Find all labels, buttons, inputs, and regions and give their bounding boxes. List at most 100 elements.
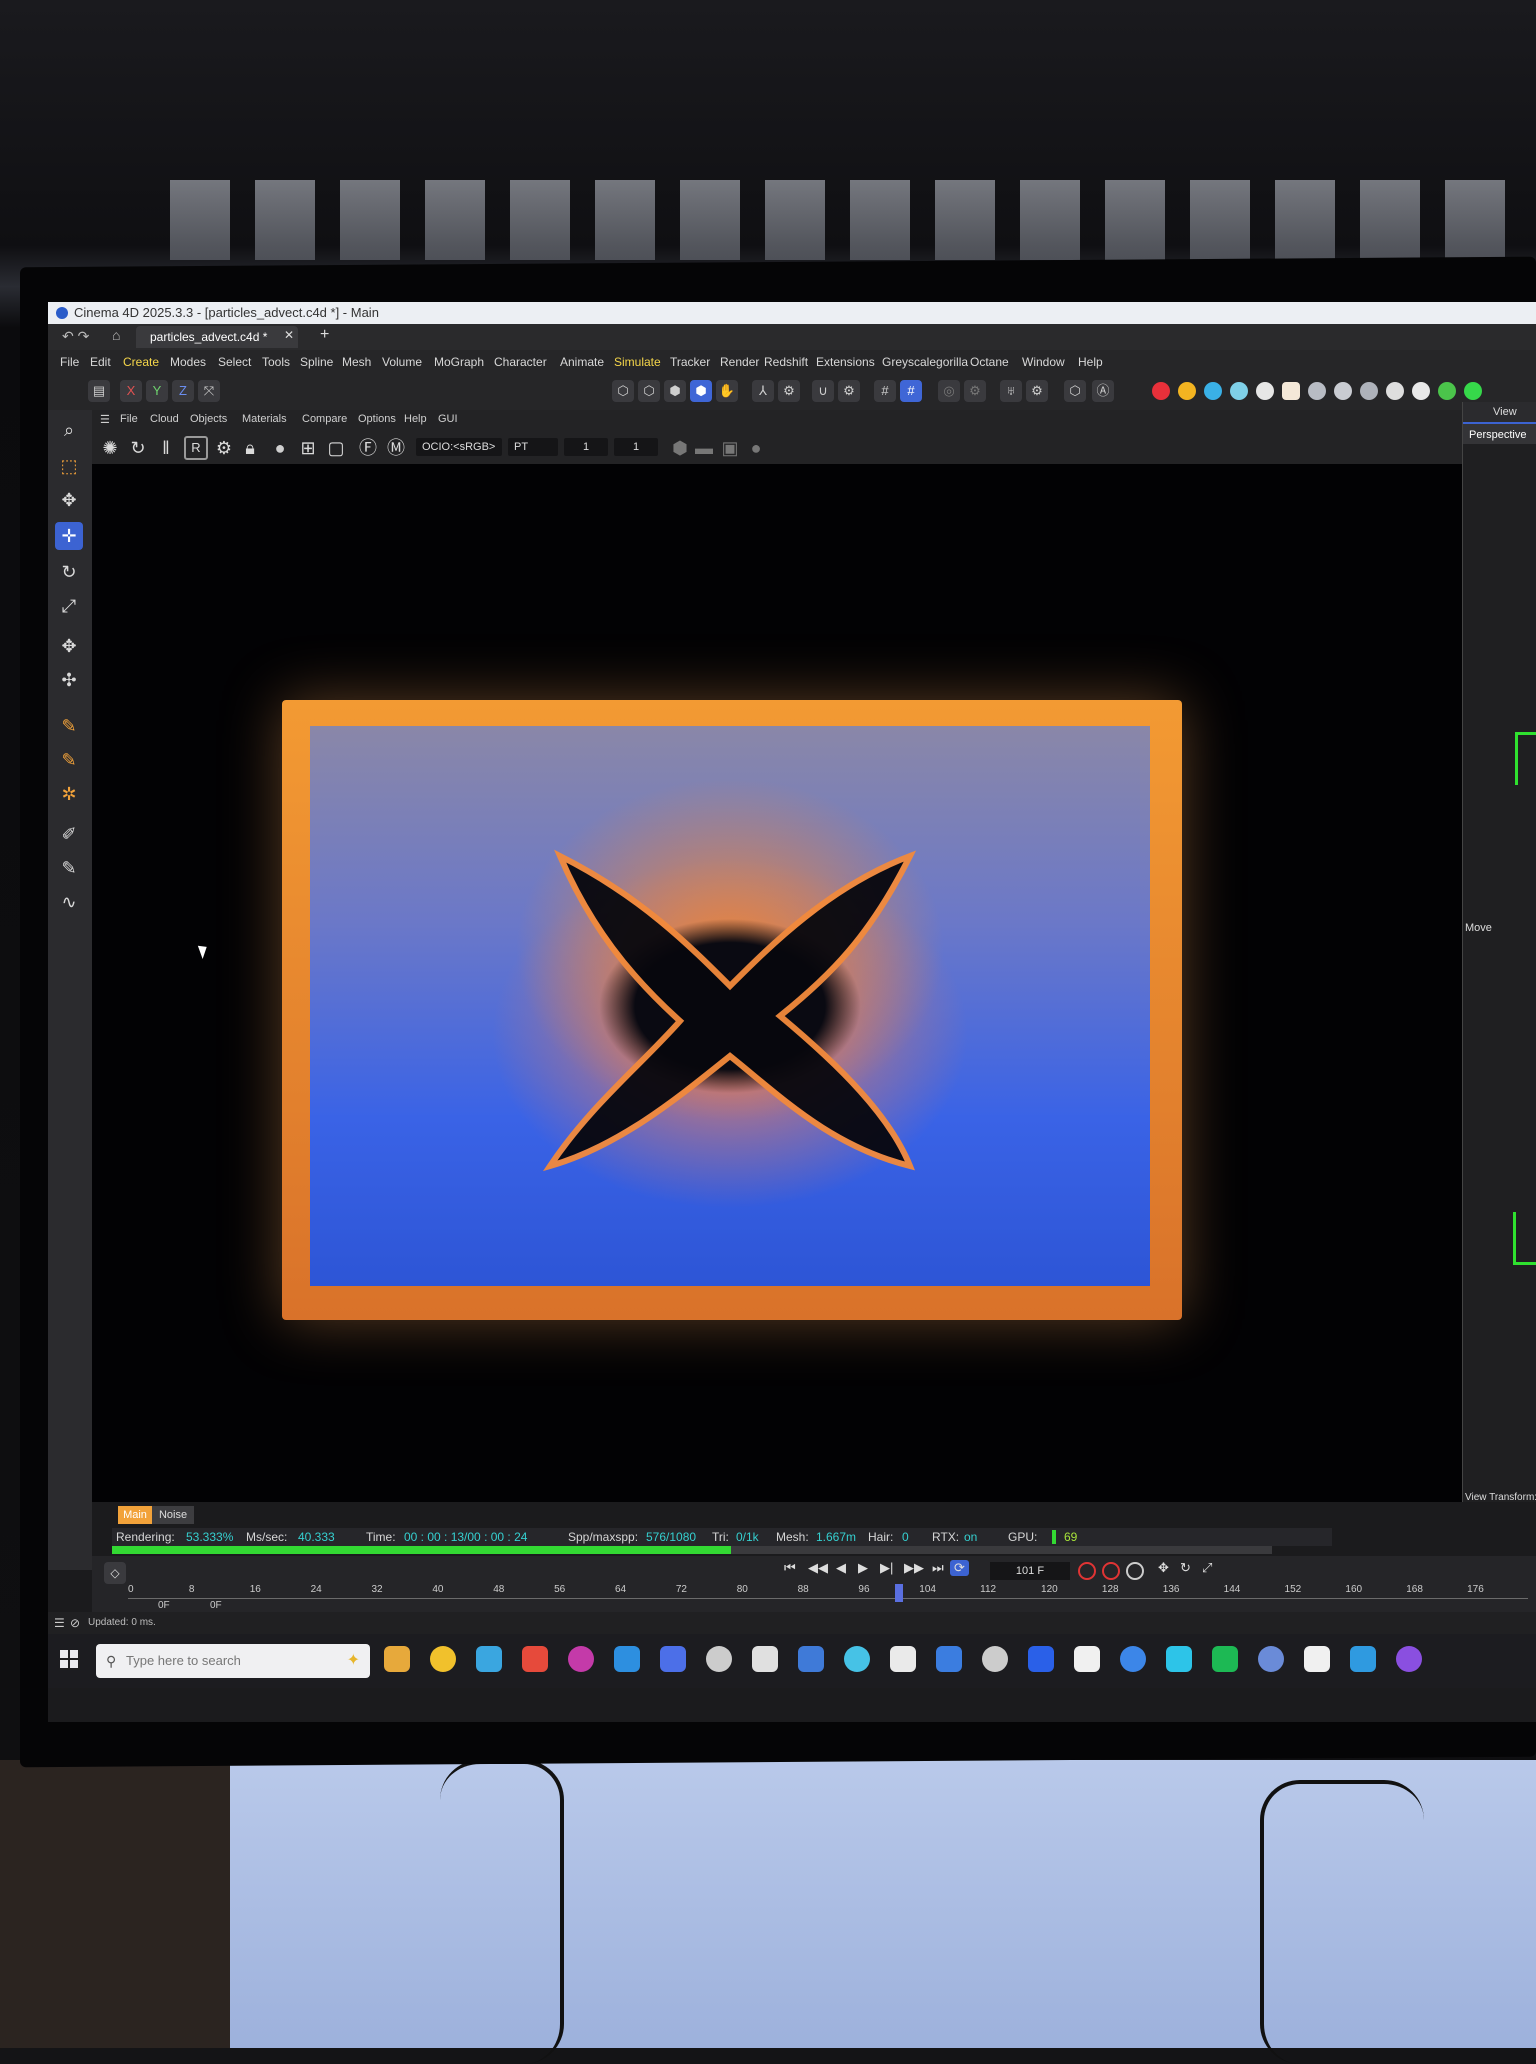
next-key-icon[interactable]: ▶▶ <box>904 1560 924 1576</box>
sphere-3-icon[interactable] <box>1360 382 1378 400</box>
copilot-sparkle-icon[interactable]: ✦ <box>347 1644 360 1678</box>
previous-key-icon[interactable]: ◀◀ <box>808 1560 828 1576</box>
taskbar-app-icon[interactable] <box>706 1646 732 1672</box>
material-picker-icon[interactable]: Ⓜ <box>384 436 408 460</box>
menu-animate[interactable]: Animate <box>560 355 604 369</box>
pause-render-icon[interactable]: ‖ <box>154 436 178 460</box>
taskbar-app-icon[interactable] <box>890 1646 916 1672</box>
hair-icon[interactable]: ⬡ <box>1064 380 1086 402</box>
vp-menu-objects[interactable]: Objects <box>190 413 227 425</box>
close-tab-icon[interactable]: ✕ <box>284 328 294 342</box>
focus-picker-icon[interactable]: Ⓕ <box>356 436 380 460</box>
taskbar-app-icon[interactable] <box>614 1646 640 1672</box>
render-viewport[interactable] <box>92 464 1462 1502</box>
sculpt-brush-icon[interactable]: ✎ <box>55 854 83 882</box>
taskbar-app-icon[interactable] <box>798 1646 824 1672</box>
taskbar-app-icon[interactable] <box>752 1646 778 1672</box>
render-view-icon[interactable] <box>1152 382 1170 400</box>
render-region-button[interactable]: R <box>184 436 208 460</box>
keyframe-icon[interactable]: ◇ <box>104 1562 126 1584</box>
rotate-tool-icon[interactable]: ↻ <box>55 558 83 586</box>
noise-layer-tab[interactable]: Noise <box>152 1506 194 1524</box>
polygons-mode-icon[interactable]: ⬢ <box>664 380 686 402</box>
camera-icon[interactable]: ▣ <box>718 436 742 460</box>
taskbar-app-icon[interactable] <box>476 1646 502 1672</box>
taskbar-app-icon[interactable] <box>1396 1646 1422 1672</box>
axis-mode-icon[interactable]: ⅄ <box>752 380 774 402</box>
cloud-icon[interactable] <box>1412 382 1430 400</box>
search-icon[interactable]: ⌕ <box>55 416 83 444</box>
menu-octane[interactable]: Octane <box>970 355 1009 369</box>
hamburger-menu-icon[interactable]: ☰ <box>100 413 110 426</box>
menu-create[interactable]: Create <box>123 355 159 369</box>
menu-volume[interactable]: Volume <box>382 355 422 369</box>
snap-settings-icon[interactable]: ⚙ <box>838 380 860 402</box>
document-tab[interactable]: particles_advect.c4d * <box>136 326 298 348</box>
restart-render-icon[interactable]: ↻ <box>126 436 150 460</box>
material-icon[interactable] <box>1204 382 1222 400</box>
menu-redshift[interactable]: Redshift <box>764 355 808 369</box>
menu-select[interactable]: Select <box>218 355 251 369</box>
taskbar-app-icon[interactable] <box>1028 1646 1054 1672</box>
model-mode-icon[interactable]: ⬢ <box>690 380 712 402</box>
lock-icon[interactable]: 🔒︎ <box>238 436 262 460</box>
transform-tool-icon[interactable]: ✥ <box>55 632 83 660</box>
uv-mode-icon[interactable]: ✋ <box>716 380 738 402</box>
key-settings-icon[interactable] <box>1126 1562 1144 1580</box>
auto-key-icon[interactable]: Ⓐ <box>1092 380 1114 402</box>
object-mode-icon[interactable]: ▤ <box>88 380 110 402</box>
timeline-ruler[interactable]: 0 8 16 24 32 40 48 56 64 72 80 88 96 104 112 120 128 136 1… <box>128 1584 1528 1610</box>
taskbar-app-icon[interactable] <box>430 1646 456 1672</box>
solo-settings-icon[interactable]: ⚙ <box>964 380 986 402</box>
move-tool-icon[interactable]: ✛ <box>55 522 83 550</box>
grid-icon[interactable]: # <box>874 380 896 402</box>
symmetry-settings-icon[interactable]: ⚙ <box>1026 380 1048 402</box>
menu-file[interactable]: File <box>60 355 79 369</box>
key-scale-icon[interactable]: ⤢ <box>1202 1560 1212 1576</box>
taskbar-app-icon[interactable] <box>660 1646 686 1672</box>
windows-start-icon[interactable] <box>60 1650 78 1668</box>
selection-icon[interactable]: ⬚ <box>55 452 83 480</box>
menu-edit[interactable]: Edit <box>90 355 111 369</box>
light-icon[interactable] <box>1178 382 1196 400</box>
vp-menu-materials[interactable]: Materials <box>242 413 287 425</box>
pen-tool-icon[interactable]: ✎ <box>55 712 83 740</box>
coordinate-system-icon[interactable]: ⤧ <box>198 380 220 402</box>
paint-brush-icon[interactable]: ✐ <box>55 820 83 848</box>
lock-z-button[interactable]: Z <box>172 380 194 402</box>
menu-icon[interactable]: ☰ <box>54 1612 65 1634</box>
record-icon[interactable]: ● <box>744 436 768 460</box>
menu-window[interactable]: Window <box>1022 355 1065 369</box>
taskbar-app-icon[interactable] <box>844 1646 870 1672</box>
loop-icon[interactable]: ⟳ <box>950 1560 969 1576</box>
material-3-icon[interactable] <box>1256 382 1274 400</box>
material-4-icon[interactable] <box>1282 382 1300 400</box>
taskbar-app-icon[interactable] <box>1074 1646 1100 1672</box>
menu-spline[interactable]: Spline <box>300 355 333 369</box>
live-selection-icon[interactable]: ✥ <box>55 486 83 514</box>
playhead[interactable] <box>894 1584 903 1602</box>
gear-icon[interactable]: ⚙ <box>212 436 236 460</box>
workplane-icon[interactable]: # <box>900 380 922 402</box>
play-icon[interactable]: ▶ <box>858 1560 868 1576</box>
previous-frame-icon[interactable]: ◀ <box>836 1560 846 1576</box>
value-field-a[interactable]: 1 <box>564 438 608 456</box>
taskbar-app-icon[interactable] <box>1212 1646 1238 1672</box>
brush-tool-icon[interactable]: ✎ <box>55 746 83 774</box>
lock-x-button[interactable]: X <box>120 380 142 402</box>
menu-render[interactable]: Render <box>720 355 759 369</box>
vp-menu-file[interactable]: File <box>120 413 138 425</box>
lock-y-button[interactable]: Y <box>146 380 168 402</box>
taskbar-search-box[interactable]: ⚲ Type here to search ✦ <box>96 1644 370 1678</box>
go-to-start-icon[interactable]: ⏮ <box>784 1560 796 1576</box>
next-frame-icon[interactable]: ▶| <box>880 1560 893 1576</box>
taskbar-app-icon[interactable] <box>1258 1646 1284 1672</box>
record-key-icon[interactable] <box>1078 1562 1096 1580</box>
film-icon[interactable]: ▬ <box>692 436 716 460</box>
taskbar-app-icon[interactable] <box>1166 1646 1192 1672</box>
multi-transform-icon[interactable]: ✣ <box>55 666 83 694</box>
menu-help[interactable]: Help <box>1078 355 1103 369</box>
home-icon[interactable]: ⌂ <box>112 327 120 343</box>
symmetry-icon[interactable]: ♅ <box>1000 380 1022 402</box>
taskbar-app-icon[interactable] <box>384 1646 410 1672</box>
